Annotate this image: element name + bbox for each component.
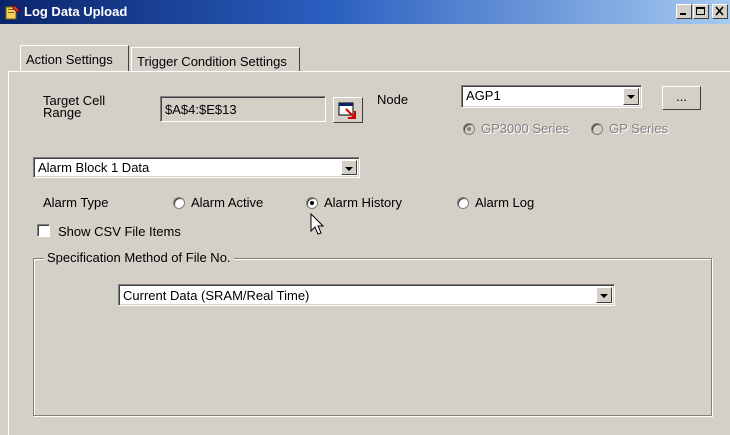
mouse-cursor-icon	[310, 213, 325, 235]
window-title: Log Data Upload	[24, 4, 128, 19]
gp3000-series-label: GP3000 Series	[481, 121, 570, 136]
node-browse-button[interactable]: ...	[662, 86, 701, 110]
title-bar[interactable]: Log Data Upload	[0, 0, 730, 24]
log-data-upload-window: Log Data Upload Action Settings Trigger …	[0, 0, 730, 435]
gp3000-series-radio[interactable]	[463, 123, 475, 135]
gp-series-label: GP Series	[609, 121, 669, 136]
cell-range-picker-icon	[338, 102, 356, 119]
alarm-log-radio[interactable]	[457, 197, 469, 209]
target-cell-range-field[interactable]: $A$4:$E$13	[160, 96, 326, 122]
close-button[interactable]	[712, 4, 728, 19]
minimize-icon	[680, 13, 686, 15]
app-icon	[5, 4, 21, 20]
minimize-button[interactable]	[676, 4, 692, 19]
node-label: Node	[377, 92, 409, 107]
tab-action-settings[interactable]: Action Settings	[20, 45, 129, 73]
chevron-down-icon[interactable]	[596, 287, 612, 303]
file-no-method-value: Current Data (SRAM/Real Time)	[123, 288, 310, 303]
show-csv-checkbox[interactable]	[37, 224, 50, 237]
alarm-active-radio[interactable]	[173, 197, 185, 209]
close-icon	[715, 6, 724, 16]
node-value: AGP1	[466, 88, 501, 103]
file-no-groupbox	[33, 258, 712, 416]
file-no-method-dropdown[interactable]: Current Data (SRAM/Real Time)	[118, 284, 615, 306]
maximize-button[interactable]	[693, 4, 709, 19]
chevron-down-icon[interactable]	[341, 160, 357, 175]
file-no-group-title: Specification Method of File No.	[44, 250, 234, 265]
target-cell-range-value: $A$4:$E$13	[165, 102, 237, 117]
data-select-value: Alarm Block 1 Data	[38, 160, 150, 175]
gp-series-radio[interactable]	[591, 123, 603, 135]
alarm-type-label: Alarm Type	[43, 195, 109, 210]
alarm-history-radio[interactable]	[306, 197, 318, 209]
chevron-down-icon[interactable]	[623, 88, 639, 105]
node-dropdown[interactable]: AGP1	[461, 85, 642, 108]
browse-button-label: ...	[676, 89, 687, 104]
alarm-history-label: Alarm History	[324, 195, 403, 210]
target-cell-range-label: Target Cell Range	[43, 93, 106, 120]
show-csv-label: Show CSV File Items	[58, 224, 181, 239]
cell-select-button[interactable]	[333, 97, 363, 123]
maximize-icon	[696, 7, 705, 15]
tab-trigger-condition-settings[interactable]: Trigger Condition Settings	[131, 47, 300, 73]
alarm-active-label: Alarm Active	[191, 195, 264, 210]
tab-label: Action Settings	[26, 52, 113, 67]
tab-label: Trigger Condition Settings	[137, 54, 287, 69]
data-select-dropdown[interactable]: Alarm Block 1 Data	[33, 157, 360, 178]
alarm-log-label: Alarm Log	[475, 195, 535, 210]
